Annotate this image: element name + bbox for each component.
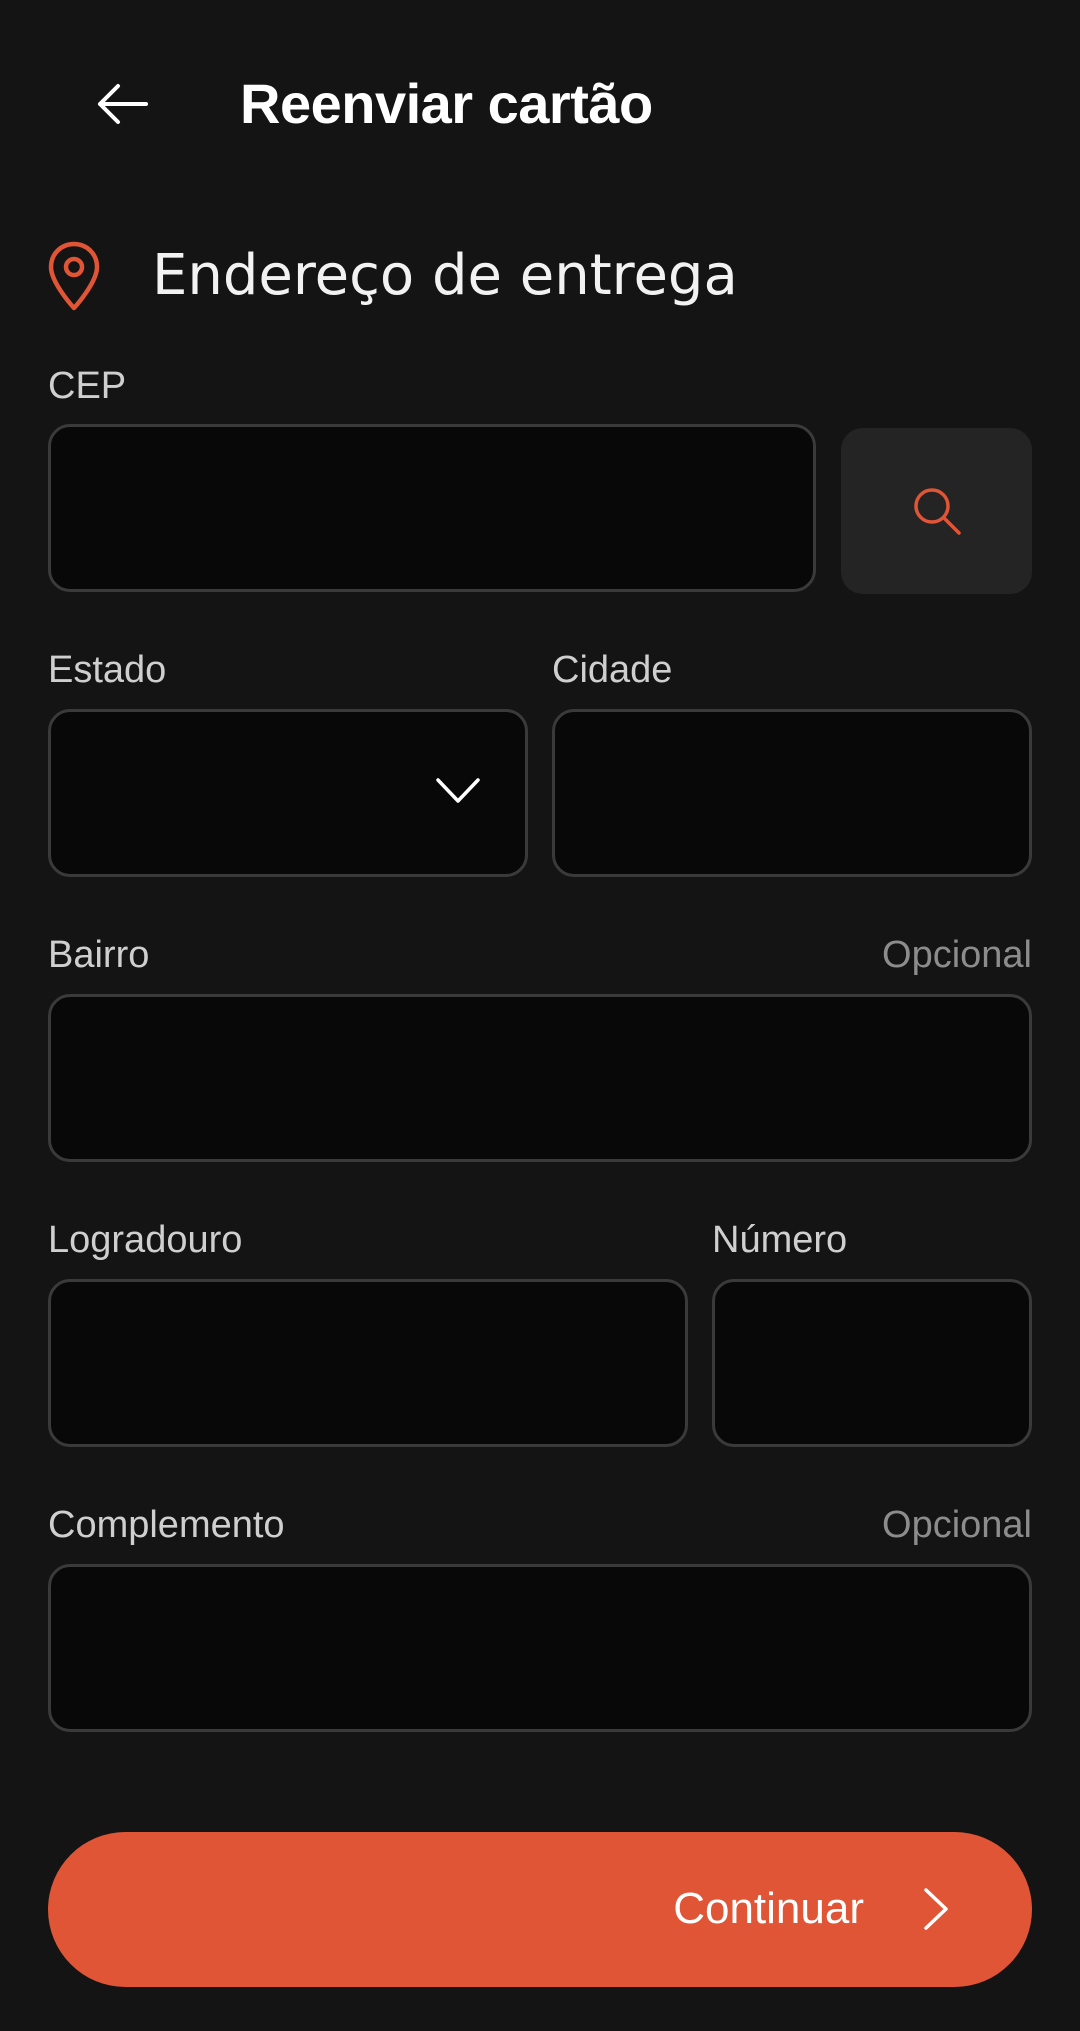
complemento-optional-tag: Opcional — [882, 1504, 1032, 1546]
complemento-field[interactable] — [48, 1564, 1032, 1732]
numero-label: Número — [712, 1219, 848, 1261]
numero-field[interactable] — [712, 1279, 1032, 1447]
delivery-address-heading: Endereço de entrega — [46, 236, 738, 316]
bairro-label: Bairro — [48, 934, 150, 976]
continue-label: Continuar — [673, 1884, 864, 1933]
cidade-field[interactable] — [552, 709, 1032, 877]
cep-label: CEP — [48, 365, 127, 407]
cidade-label: Cidade — [552, 649, 673, 691]
estado-label: Estado — [48, 649, 167, 691]
logradouro-input[interactable] — [51, 1282, 685, 1444]
chevron-right-icon — [924, 1888, 948, 1930]
back-button[interactable] — [82, 64, 162, 144]
estado-select[interactable] — [48, 709, 528, 877]
complemento-label: Complemento — [48, 1504, 285, 1546]
bairro-field[interactable] — [48, 994, 1032, 1162]
cep-search-button[interactable] — [841, 428, 1032, 594]
bairro-optional-tag: Opcional — [882, 934, 1032, 976]
arrow-left-icon — [98, 84, 148, 124]
logradouro-label: Logradouro — [48, 1219, 243, 1261]
cep-field[interactable] — [48, 424, 816, 592]
continue-button[interactable]: Continuar — [48, 1832, 1032, 1987]
search-icon — [913, 488, 961, 535]
app-header: Reenviar cartão — [0, 0, 1080, 210]
numero-input[interactable] — [715, 1282, 1029, 1444]
section-title: Endereço de entrega — [152, 243, 738, 308]
cep-input[interactable] — [51, 427, 813, 589]
logradouro-field[interactable] — [48, 1279, 688, 1447]
cidade-input[interactable] — [555, 712, 1029, 874]
bairro-input[interactable] — [51, 997, 1029, 1159]
complemento-input[interactable] — [51, 1567, 1029, 1729]
page-title: Reenviar cartão — [240, 72, 653, 135]
map-pin-icon — [46, 240, 102, 312]
estado-input[interactable] — [51, 712, 525, 874]
